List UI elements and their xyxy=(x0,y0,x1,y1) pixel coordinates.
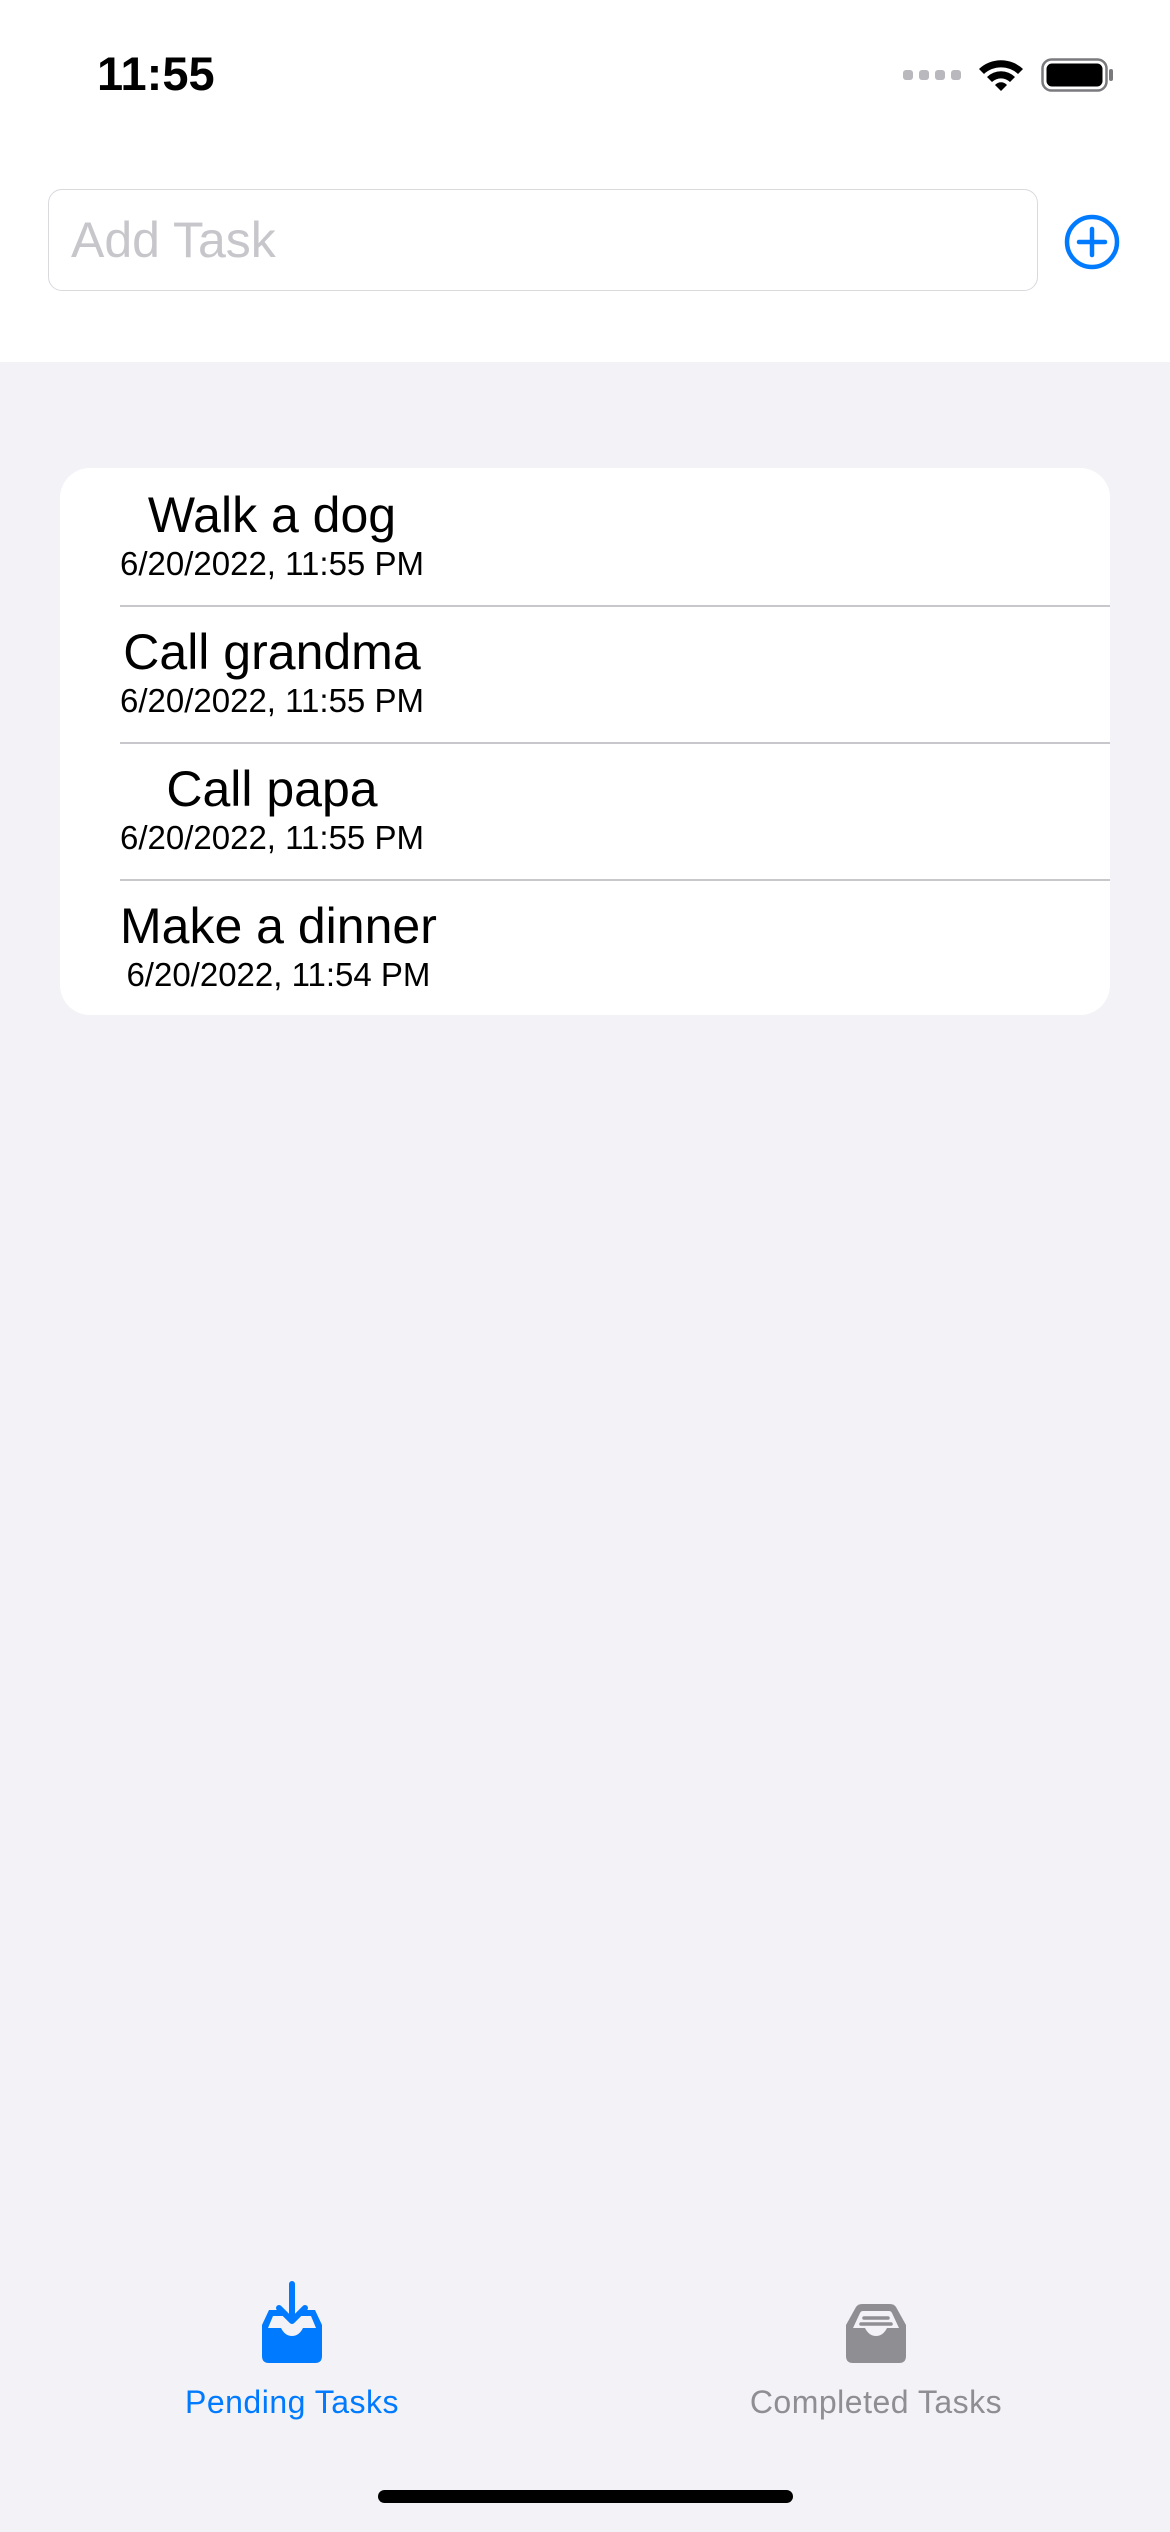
task-text: Make a dinner 6/20/2022, 11:54 PM xyxy=(120,897,437,995)
tab-label-pending: Pending Tasks xyxy=(184,2384,400,2420)
tray-arrow-down-icon xyxy=(262,2281,322,2363)
tray-full-icon xyxy=(846,2304,906,2363)
task-title: Call grandma xyxy=(123,624,421,680)
add-task-button[interactable] xyxy=(1062,212,1122,272)
task-date: 6/20/2022, 11:55 PM xyxy=(120,545,424,582)
task-title: Call papa xyxy=(166,761,378,817)
tab-bar: Pending Tasks Completed Tasks xyxy=(0,2280,1170,2460)
header-area: 11:55 xyxy=(0,0,1170,362)
status-bar-time: 11:55 xyxy=(97,47,215,100)
battery-icon xyxy=(1041,58,1113,92)
add-task-input[interactable] xyxy=(48,189,1038,291)
tab-pending-tasks[interactable]: Pending Tasks xyxy=(92,2280,492,2440)
task-text: Walk a dog 6/20/2022, 11:55 PM xyxy=(120,486,424,584)
cellular-signal-icon xyxy=(903,70,961,80)
task-date: 6/20/2022, 11:54 PM xyxy=(126,956,431,993)
task-text: Call papa 6/20/2022, 11:55 PM xyxy=(120,760,424,858)
task-title: Walk a dog xyxy=(147,487,397,543)
wifi-icon xyxy=(979,60,1023,91)
tab-label-completed: Completed Tasks xyxy=(749,2384,1003,2420)
task-date: 6/20/2022, 11:55 PM xyxy=(120,682,424,719)
task-row[interactable]: Call papa 6/20/2022, 11:55 PM xyxy=(60,742,1110,879)
task-text: Call grandma 6/20/2022, 11:55 PM xyxy=(120,623,424,721)
home-indicator[interactable] xyxy=(378,2490,793,2503)
task-row[interactable]: Walk a dog 6/20/2022, 11:55 PM xyxy=(60,468,1110,605)
plus-circle-icon xyxy=(1064,214,1120,270)
task-row[interactable]: Call grandma 6/20/2022, 11:55 PM xyxy=(60,605,1110,742)
status-bar-icons xyxy=(903,50,1115,100)
pending-task-list: Walk a dog 6/20/2022, 11:55 PM Call gran… xyxy=(60,468,1110,1015)
tab-completed-tasks[interactable]: Completed Tasks xyxy=(676,2280,1076,2440)
task-date: 6/20/2022, 11:55 PM xyxy=(120,819,424,856)
task-row[interactable]: Make a dinner 6/20/2022, 11:54 PM xyxy=(60,879,1110,1015)
task-title: Make a dinner xyxy=(120,898,437,954)
